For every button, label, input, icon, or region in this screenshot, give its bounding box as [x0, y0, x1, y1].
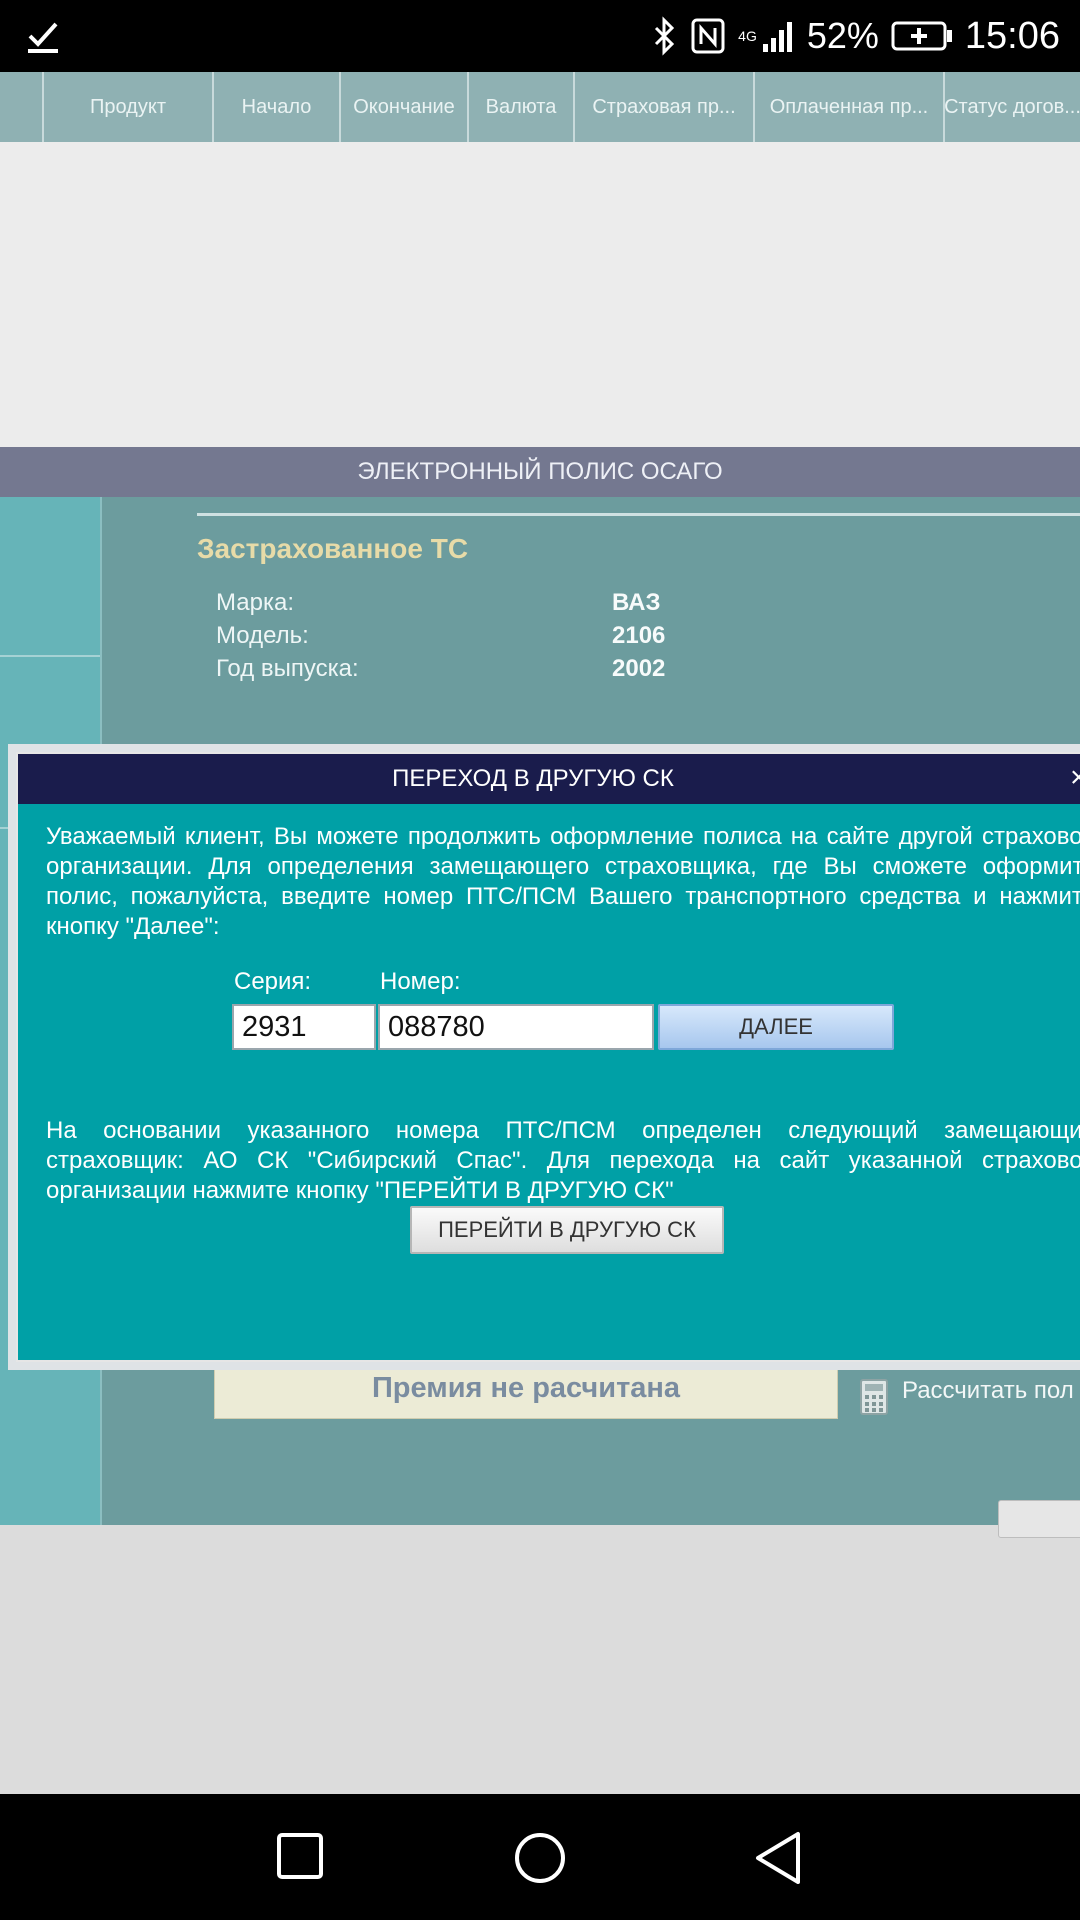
form-divider [197, 513, 1080, 516]
dialog-title: ПЕРЕХОД В ДРУГУЮ СК [18, 754, 1080, 804]
vehicle-model-value: 2106 [612, 622, 666, 649]
go-to-other-insurer-button[interactable]: ПЕРЕЙТИ В ДРУГУЮ СК [410, 1206, 724, 1254]
battery-percent: 52% [806, 15, 879, 56]
partial-button[interactable] [998, 1500, 1080, 1538]
nfc-icon [691, 18, 725, 54]
vehicle-year-value: 2002 [612, 655, 666, 682]
navigation-bar [0, 1794, 1080, 1920]
table-header-spacer [0, 72, 42, 142]
column-header-end[interactable]: Окончание [339, 72, 467, 142]
series-input[interactable]: 2931 [232, 1004, 376, 1050]
page-content: Продукт Начало Окончание Валюта Страхова… [0, 72, 1080, 1794]
clock: 15:06 [964, 14, 1060, 57]
dialog-body: ПЕРЕХОД В ДРУГУЮ СК × Уважаемый клиент, … [16, 752, 1080, 1362]
column-header-start[interactable]: Начало [212, 72, 339, 142]
number-input[interactable]: 088780 [378, 1004, 654, 1050]
calculate-policy-link[interactable]: Рассчитать пол [902, 1377, 1074, 1405]
calculator-icon[interactable] [860, 1379, 888, 1415]
next-button[interactable]: ДАЛЕЕ [658, 1004, 894, 1050]
column-header-product[interactable]: Продукт [42, 72, 212, 142]
dialog-result-text: На основании указанного номера ПТС/ПСМ о… [46, 1117, 1080, 1204]
number-label: Номер: [380, 968, 461, 995]
switch-insurer-dialog: ПЕРЕХОД В ДРУГУЮ СК × Уважаемый клиент, … [8, 744, 1080, 1370]
column-header-paid-premium[interactable]: Оплаченная пр... [753, 72, 943, 142]
column-header-contract-status[interactable]: Статус догов... [943, 72, 1080, 142]
network-type: 4G [738, 28, 757, 44]
vehicle-make-value: ВАЗ [612, 589, 661, 616]
dialog-intro-text: Уважаемый клиент, Вы можете продолжить о… [46, 823, 1080, 940]
download-done-icon [28, 22, 58, 53]
section-title: ЭЛЕКТРОННЫЙ ПОЛИС ОСАГО [0, 447, 1080, 497]
vehicle-make-label: Марка: [216, 589, 294, 616]
sidebar-divider [0, 655, 102, 657]
column-header-insurance-premium[interactable]: Страховая пр... [573, 72, 753, 142]
insured-vehicle-title: Застрахованное ТС [197, 533, 469, 564]
bluetooth-icon [655, 16, 675, 56]
signal-icon [762, 22, 792, 52]
recents-square-icon[interactable] [274, 1830, 328, 1884]
series-label: Серия: [234, 968, 312, 995]
back-triangle-icon[interactable] [752, 1830, 806, 1886]
status-bar: 4G 52% 15:06 [0, 0, 1080, 72]
vehicle-year-label: Год выпуска: [216, 655, 359, 682]
home-circle-icon[interactable] [512, 1830, 568, 1886]
close-icon[interactable]: × [1070, 762, 1080, 794]
vehicle-model-label: Модель: [216, 622, 309, 649]
policies-table-header: Продукт Начало Окончание Валюта Страхова… [0, 72, 1080, 142]
battery-charging-icon [891, 21, 952, 51]
column-header-currency[interactable]: Валюта [467, 72, 573, 142]
